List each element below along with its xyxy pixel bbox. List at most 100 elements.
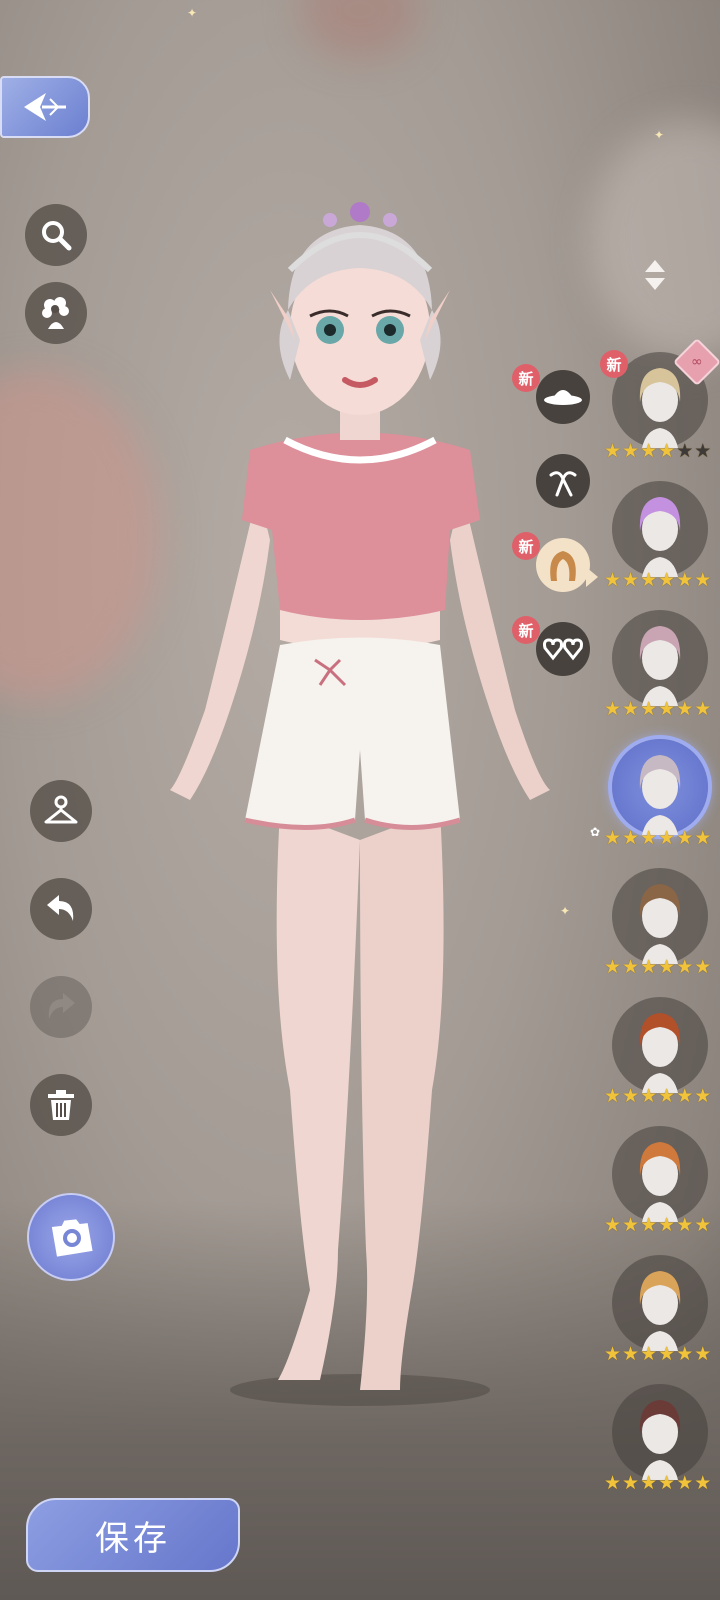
star-icon: ★ (658, 827, 676, 849)
category-selected-pointer (586, 567, 598, 587)
star-icon: ★ (658, 1472, 676, 1494)
star-icon: ★ (640, 569, 658, 591)
star-icon: ★ (658, 1085, 676, 1107)
star-rating: ★ ★ ★ ★ ★ ★ (604, 1085, 720, 1107)
star-icon: ★ (676, 1343, 694, 1365)
hair-bust-thumbnail (639, 884, 681, 964)
back-button[interactable] (0, 76, 90, 138)
star-rating: ★ ★ ★ ★ ★ ★ (604, 827, 720, 849)
star-icon: ★ (604, 1343, 622, 1365)
star-icon: ★ (622, 1085, 640, 1107)
star-icon: ★ (640, 440, 658, 462)
star-icon: ★ (640, 1343, 658, 1365)
star-icon: ★ (694, 569, 712, 591)
star-icon: ★ (694, 698, 712, 720)
star-icon: ★ (694, 440, 712, 462)
star-icon: ★ (622, 1343, 640, 1365)
star-icon: ★ (676, 956, 694, 978)
star-icon: ★ (640, 956, 658, 978)
star-icon: ★ (658, 956, 676, 978)
star-icon: ★ (676, 1085, 694, 1107)
category-hat[interactable] (536, 370, 590, 424)
star-icon: ★ (676, 827, 694, 849)
star-rating: ★ ★ ★ ★ ★ ★ (604, 1472, 720, 1494)
star-icon: ★ (694, 1472, 712, 1494)
star-icon: ★ (694, 956, 712, 978)
star-icon: ★ (694, 827, 712, 849)
star-icon: ★ (658, 698, 676, 720)
hair-bust-thumbnail (639, 1400, 681, 1480)
star-icon: ★ (622, 1472, 640, 1494)
magnifier-icon (42, 221, 72, 251)
new-badge-hair-item: 新 (600, 350, 628, 378)
ribbon-icon (549, 471, 577, 497)
star-icon: ★ (676, 1472, 694, 1494)
star-icon: ★ (622, 569, 640, 591)
star-icon: ★ (604, 1472, 622, 1494)
star-icon: ★ (676, 698, 694, 720)
hair-icon (550, 551, 576, 581)
star-icon: ★ (658, 569, 676, 591)
star-icon: ★ (658, 1343, 676, 1365)
star-icon: ★ (622, 698, 640, 720)
star-icon: ★ (604, 1214, 622, 1236)
star-icon: ★ (694, 1214, 712, 1236)
hair-item[interactable] (612, 481, 708, 577)
star-icon: ★ (622, 956, 640, 978)
star-icon: ★ (640, 1085, 658, 1107)
hair-item[interactable] (612, 997, 708, 1093)
star-icon: ★ (604, 569, 622, 591)
star-icon: ★ (676, 569, 694, 591)
new-badge-glasses: 新 (512, 616, 540, 644)
star-icon: ★ (640, 698, 658, 720)
hat-icon (544, 390, 582, 405)
star-rating: ★ ★ ★ ★ ★ ★ (604, 440, 720, 462)
star-icon: ★ (694, 1085, 712, 1107)
outfit-button[interactable] (30, 780, 92, 842)
new-badge-hair: 新 (512, 532, 540, 560)
save-button[interactable]: 保存 (26, 1498, 240, 1572)
star-rating: ★ ★ ★ ★ ★ ★ (604, 698, 720, 720)
star-icon: ★ (604, 440, 622, 462)
theme-button[interactable] (25, 282, 87, 344)
star-icon: ★ (640, 1472, 658, 1494)
category-hair[interactable] (536, 538, 590, 592)
star-rating: ★ ★ ★ ★ ★ ★ (604, 956, 720, 978)
star-icon: ★ (604, 698, 622, 720)
redo-icon (48, 993, 75, 1019)
hair-item[interactable] (612, 739, 708, 835)
star-icon: ★ (676, 1214, 694, 1236)
hair-item[interactable] (612, 1255, 708, 1351)
category-glasses[interactable] (536, 622, 590, 676)
star-icon: ★ (694, 1343, 712, 1365)
star-icon: ★ (622, 440, 640, 462)
hair-item[interactable] (612, 1384, 708, 1480)
hair-item[interactable] (612, 610, 708, 706)
redo-button[interactable] (30, 976, 92, 1038)
sort-toggle-icon[interactable] (644, 258, 666, 292)
hair-item[interactable] (612, 1126, 708, 1222)
trash-icon (48, 1090, 74, 1120)
camera-button[interactable] (27, 1193, 115, 1281)
heart-glasses-icon (543, 638, 583, 661)
star-rating: ★ ★ ★ ★ ★ ★ (604, 1343, 720, 1365)
save-button-label: 保存 (95, 1518, 171, 1559)
star-icon: ★ (658, 440, 676, 462)
back-arrow-icon (24, 93, 66, 121)
star-icon: ★ (622, 827, 640, 849)
undo-button[interactable] (30, 878, 92, 940)
star-icon: ★ (604, 827, 622, 849)
star-icon: ★ (604, 1085, 622, 1107)
search-button[interactable] (25, 204, 87, 266)
star-icon: ★ (622, 1214, 640, 1236)
star-icon: ★ (658, 1214, 676, 1236)
hair-item[interactable] (612, 868, 708, 964)
category-hair-accessory[interactable] (536, 454, 590, 508)
flower-head-icon (42, 297, 69, 329)
camera-icon (51, 1219, 93, 1257)
character-avatar (170, 202, 550, 1406)
new-badge-hat: 新 (512, 364, 540, 392)
hair-bust-thumbnail (639, 1013, 681, 1093)
delete-button[interactable] (30, 1074, 92, 1136)
star-rating: ★ ★ ★ ★ ★ ★ (604, 1214, 720, 1236)
